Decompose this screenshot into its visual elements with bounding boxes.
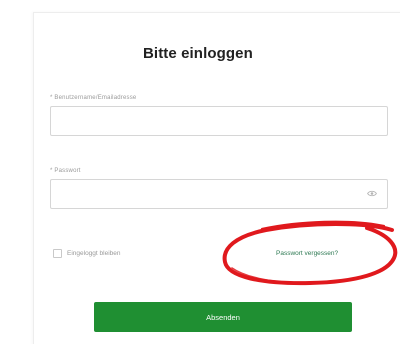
login-page: Bitte einloggen * Benutzername/Emailadre… (0, 0, 400, 344)
submit-button[interactable]: Absenden (94, 302, 352, 332)
username-input[interactable] (50, 106, 388, 136)
password-input[interactable] (50, 179, 388, 209)
remember-label: Eingeloggt bleiben (67, 250, 121, 257)
forgot-password-link[interactable]: Passwort vergessen? (276, 250, 338, 257)
remember-checkbox[interactable] (53, 249, 62, 258)
eye-icon[interactable] (367, 190, 377, 197)
password-label: * Passwort (50, 168, 81, 174)
username-label: * Benutzername/Emailadresse (50, 95, 137, 101)
page-title: Bitte einloggen (143, 45, 253, 62)
